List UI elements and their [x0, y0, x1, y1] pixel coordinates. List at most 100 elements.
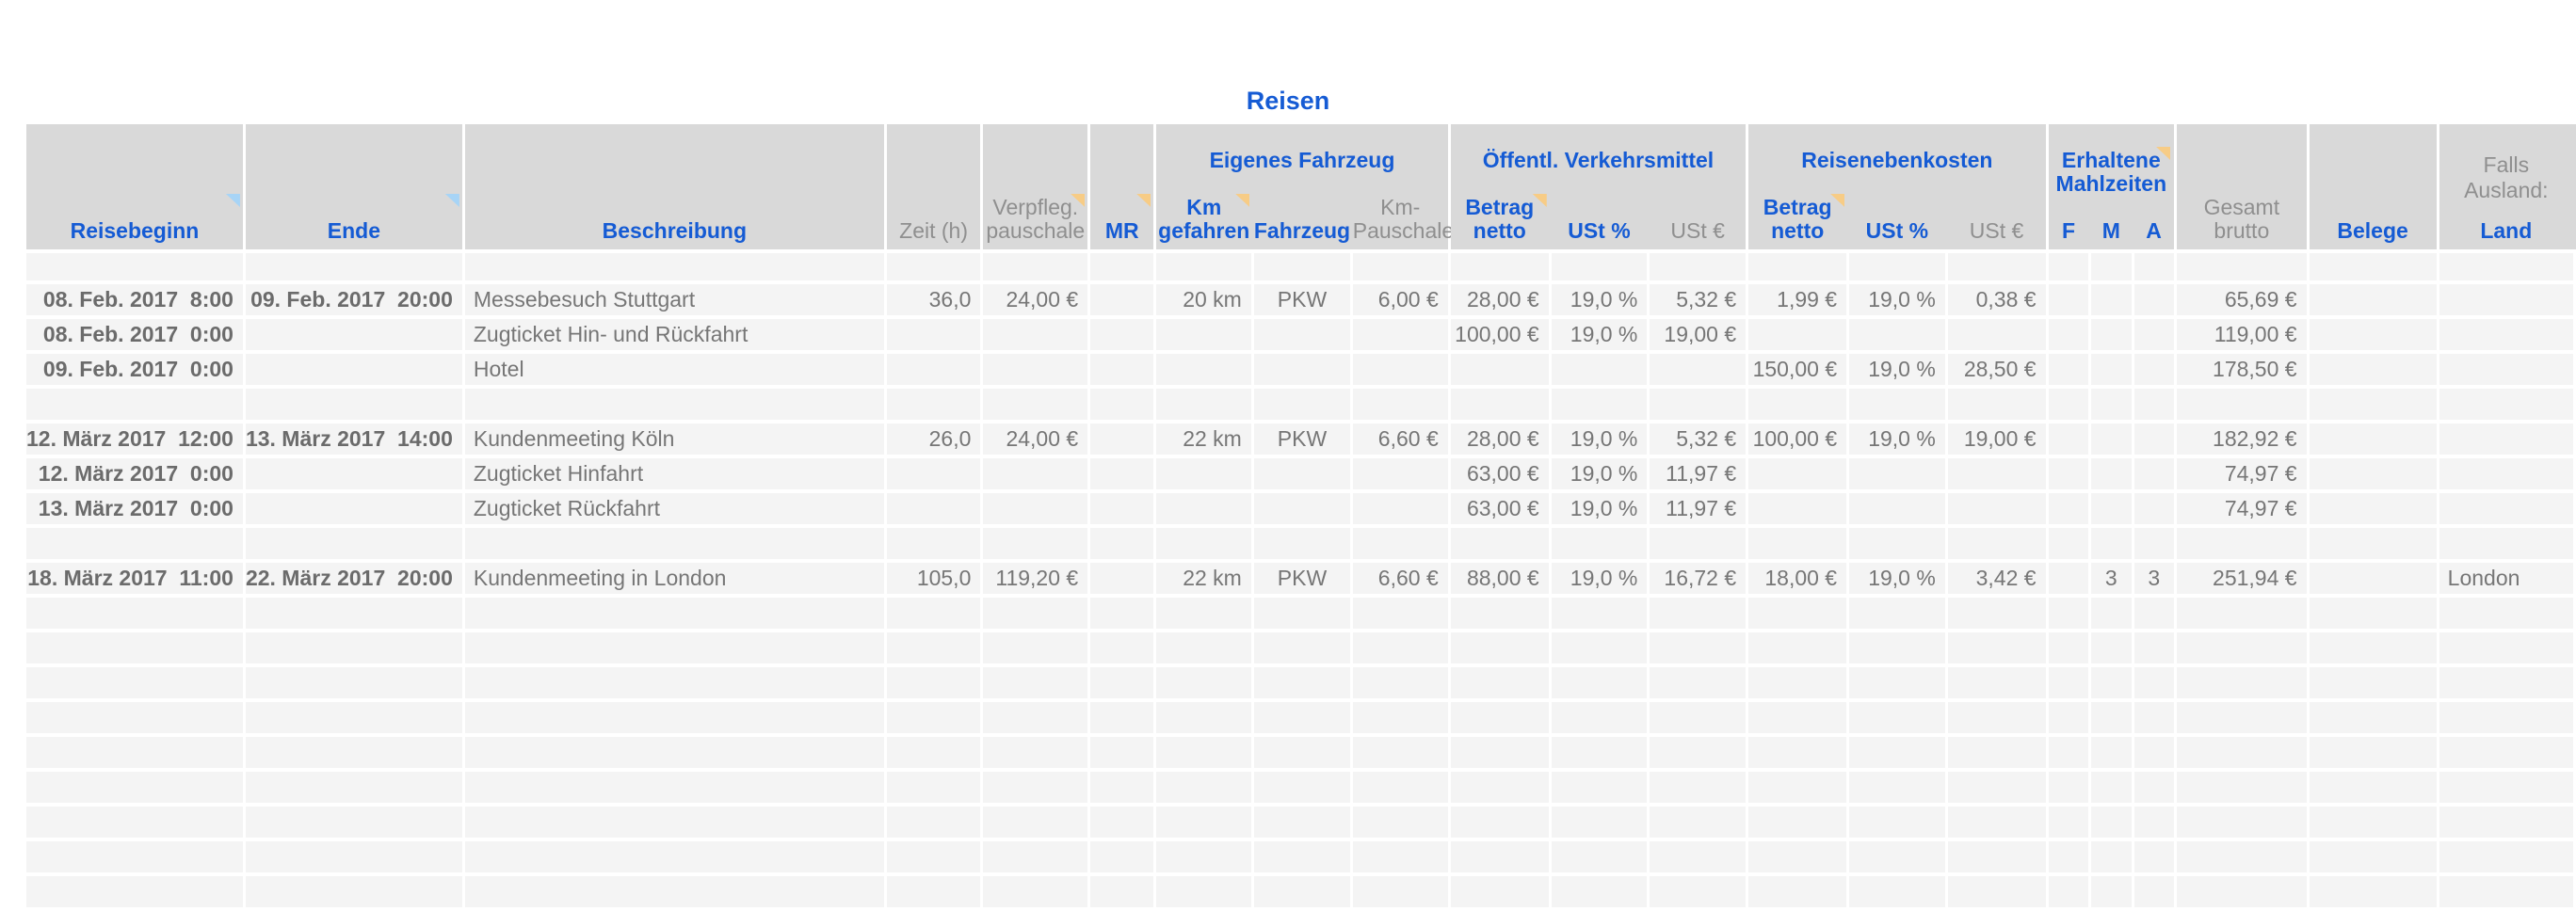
cell-ust-prozent-nebenkosten[interactable] [1849, 632, 1945, 663]
cell-land[interactable] [2439, 807, 2573, 838]
cell-km-gefahren[interactable] [1156, 841, 1251, 872]
cell-verpfleg-pauschale[interactable] [983, 493, 1087, 524]
cell-betrag-netto-oeffentl[interactable]: 88,00 € [1451, 563, 1549, 594]
cell-belege[interactable] [2310, 458, 2437, 489]
cell-ende[interactable] [246, 253, 462, 280]
cell-ust-euro-nebenkosten[interactable] [1948, 319, 2046, 350]
cell-fahrzeug[interactable] [1254, 737, 1350, 768]
cell-betrag-netto-nebenkosten[interactable]: 150,00 € [1748, 354, 1846, 385]
cell-ust-euro-nebenkosten[interactable] [1948, 528, 2046, 559]
cell-mr[interactable] [1090, 253, 1153, 280]
cell-zeit-h[interactable] [887, 632, 981, 663]
cell-belege[interactable] [2310, 493, 2437, 524]
cell-f[interactable] [2049, 389, 2088, 420]
cell-ust-prozent-oeffentl[interactable] [1552, 667, 1648, 698]
cell-ust-euro-oeffentl[interactable] [1650, 528, 1746, 559]
cell-gesamt-brutto[interactable]: 178,50 € [2177, 354, 2306, 385]
cell-verpfleg-pauschale[interactable] [983, 772, 1087, 803]
cell-ust-euro-oeffentl[interactable]: 5,32 € [1650, 424, 1746, 455]
cell-ust-prozent-oeffentl[interactable]: 19,0 % [1552, 563, 1648, 594]
cell-gesamt-brutto[interactable] [2177, 807, 2306, 838]
cell-m[interactable] [2091, 876, 2132, 907]
cell-zeit-h[interactable] [887, 598, 981, 629]
cell-beschreibung[interactable] [465, 632, 884, 663]
cell-ust-euro-oeffentl[interactable]: 19,00 € [1650, 319, 1746, 350]
cell-ust-euro-nebenkosten[interactable] [1948, 841, 2046, 872]
cell-km-pauschale[interactable] [1353, 737, 1448, 768]
cell-belege[interactable] [2310, 737, 2437, 768]
cell-reisebeginn[interactable] [26, 389, 243, 420]
cell-km-pauschale[interactable] [1353, 598, 1448, 629]
cell-mr[interactable] [1090, 807, 1153, 838]
column-header-ust-euro-nebenkosten[interactable]: USt € [1948, 192, 2046, 249]
cell-zeit-h[interactable] [887, 737, 981, 768]
cell-beschreibung[interactable]: Kundenmeeting Köln [465, 424, 884, 455]
cell-reisebeginn[interactable] [26, 528, 243, 559]
comment-indicator-icon[interactable] [1136, 194, 1151, 207]
column-header-ende[interactable]: Ende [246, 124, 462, 249]
column-header-f[interactable]: F [2049, 192, 2089, 249]
cell-beschreibung[interactable] [465, 772, 884, 803]
cell-ust-euro-nebenkosten[interactable]: 0,38 € [1948, 284, 2046, 315]
cell-belege[interactable] [2310, 772, 2437, 803]
cell-belege[interactable] [2310, 354, 2437, 385]
cell-land[interactable] [2439, 319, 2573, 350]
cell-ende[interactable] [246, 528, 462, 559]
cell-gesamt-brutto[interactable] [2177, 772, 2306, 803]
cell-land[interactable] [2439, 667, 2573, 698]
cell-beschreibung[interactable] [465, 702, 884, 733]
cell-fahrzeug[interactable] [1254, 458, 1350, 489]
cell-m[interactable] [2091, 319, 2132, 350]
cell-betrag-netto-nebenkosten[interactable] [1748, 598, 1846, 629]
cell-reisebeginn[interactable] [26, 598, 243, 629]
cell-zeit-h[interactable] [887, 667, 981, 698]
cell-f[interactable] [2049, 772, 2088, 803]
cell-fahrzeug[interactable] [1254, 319, 1350, 350]
cell-verpfleg-pauschale[interactable] [983, 667, 1087, 698]
cell-km-gefahren[interactable] [1156, 458, 1251, 489]
cell-verpfleg-pauschale[interactable] [983, 319, 1087, 350]
cell-verpfleg-pauschale[interactable]: 24,00 € [983, 424, 1087, 455]
cell-betrag-netto-oeffentl[interactable] [1451, 598, 1549, 629]
cell-m[interactable] [2091, 702, 2132, 733]
cell-zeit-h[interactable] [887, 493, 981, 524]
cell-a[interactable] [2134, 632, 2175, 663]
cell-ust-euro-nebenkosten[interactable] [1948, 772, 2046, 803]
cell-ust-prozent-oeffentl[interactable] [1552, 354, 1648, 385]
cell-ust-prozent-nebenkosten[interactable] [1849, 493, 1945, 524]
cell-mr[interactable] [1090, 632, 1153, 663]
cell-a[interactable] [2134, 493, 2175, 524]
cell-ende[interactable]: 22. März 2017 20:00 [246, 563, 462, 594]
cell-m[interactable] [2091, 493, 2132, 524]
cell-km-pauschale[interactable] [1353, 354, 1448, 385]
cell-betrag-netto-oeffentl[interactable] [1451, 807, 1549, 838]
cell-land[interactable] [2439, 458, 2573, 489]
cell-km-pauschale[interactable] [1353, 389, 1448, 420]
cell-gesamt-brutto[interactable]: 74,97 € [2177, 493, 2306, 524]
cell-ust-euro-oeffentl[interactable] [1650, 876, 1746, 907]
cell-ust-euro-oeffentl[interactable] [1650, 632, 1746, 663]
cell-gesamt-brutto[interactable] [2177, 667, 2306, 698]
cell-fahrzeug[interactable]: PKW [1254, 424, 1350, 455]
cell-a[interactable] [2134, 319, 2175, 350]
cell-belege[interactable] [2310, 807, 2437, 838]
cell-ust-euro-nebenkosten[interactable] [1948, 807, 2046, 838]
cell-land[interactable] [2439, 253, 2573, 280]
cell-ust-prozent-oeffentl[interactable] [1552, 772, 1648, 803]
cell-f[interactable] [2049, 563, 2088, 594]
comment-indicator-icon[interactable] [445, 194, 459, 207]
cell-m[interactable] [2091, 458, 2132, 489]
cell-f[interactable] [2049, 702, 2088, 733]
cell-km-gefahren[interactable] [1156, 493, 1251, 524]
cell-beschreibung[interactable]: Messebesuch Stuttgart [465, 284, 884, 315]
cell-a[interactable] [2134, 389, 2175, 420]
column-header-betrag-netto-oeffentl[interactable]: Betrag netto [1451, 192, 1549, 249]
column-header-beschreibung[interactable]: Beschreibung [465, 124, 884, 249]
cell-mr[interactable] [1090, 389, 1153, 420]
cell-verpfleg-pauschale[interactable] [983, 598, 1087, 629]
cell-betrag-netto-oeffentl[interactable] [1451, 632, 1549, 663]
cell-ust-euro-oeffentl[interactable]: 11,97 € [1650, 493, 1746, 524]
cell-ust-euro-oeffentl[interactable] [1650, 737, 1746, 768]
cell-ende[interactable] [246, 632, 462, 663]
cell-f[interactable] [2049, 253, 2088, 280]
